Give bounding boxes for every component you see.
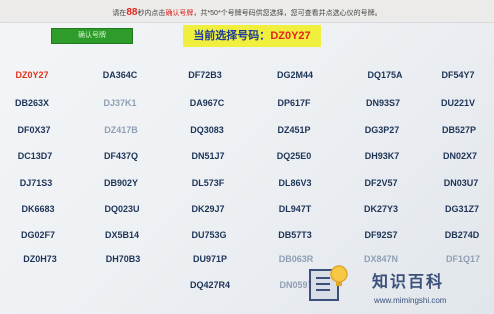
plate-option[interactable]: DC13D7	[18, 151, 53, 161]
plate-option[interactable]: DQ023U	[104, 204, 139, 214]
plate-option[interactable]: DH93K7	[365, 151, 400, 161]
plate-option[interactable]: DQ427R4	[190, 280, 230, 290]
plate-option[interactable]: DJ71S3	[20, 178, 53, 188]
plate-option[interactable]: DN03U7	[444, 178, 479, 188]
plate-option[interactable]: DN93S7	[366, 98, 400, 108]
plate-option[interactable]: DF72B3	[188, 70, 222, 80]
plate-option[interactable]: DX5B14	[105, 230, 139, 240]
plate-option[interactable]: DL947T	[279, 204, 312, 214]
plate-option[interactable]: DZ451P	[277, 125, 310, 135]
plate-option[interactable]: DL573F	[192, 178, 225, 188]
book-bulb-icon	[309, 265, 348, 301]
plate-option[interactable]: DN02X7	[443, 151, 477, 161]
plate-option[interactable]: DJ37K1	[103, 98, 136, 108]
plate-option[interactable]: DB527P	[442, 125, 476, 135]
plate-option[interactable]: DN51J7	[191, 151, 224, 161]
plate-option[interactable]: DU971P	[193, 254, 227, 264]
plate-option[interactable]: DF92S7	[364, 230, 397, 240]
plate-option[interactable]: DA967C	[190, 98, 225, 108]
plate-option[interactable]: DZ417B	[104, 125, 138, 135]
plate-option[interactable]: DF0X37	[17, 125, 50, 135]
plate-option[interactable]: DB902Y	[104, 178, 138, 188]
plate-option[interactable]: DB57T3	[278, 230, 312, 240]
watermark-url: www.mimingshi.com	[374, 296, 447, 305]
plate-option[interactable]: DG02F7	[21, 230, 55, 240]
plate-option[interactable]: DK6683	[21, 204, 54, 214]
screen: 请在88秒内点击确认号牌，共*50*个号牌号码供您选择，您可查看并点选心仪的号牌…	[0, 0, 494, 314]
watermark-title: 知识百科	[372, 274, 445, 291]
plate-option[interactable]: DH70B3	[106, 254, 141, 264]
plate-option[interactable]: DP617F	[277, 98, 310, 108]
plate-option[interactable]: DZ0Y27	[15, 70, 48, 80]
plate-option[interactable]: DG31Z7	[445, 204, 479, 214]
plate-option[interactable]: DU753G	[191, 230, 226, 240]
plate-option[interactable]: DL86V3	[278, 178, 311, 188]
plate-option[interactable]: DA364C	[103, 70, 138, 80]
plate-option[interactable]: DK29J7	[191, 204, 224, 214]
watermark: 知识百科 www.mimingshi.com	[300, 256, 494, 314]
plate-option[interactable]: DZ0H73	[23, 254, 57, 264]
plate-option[interactable]: DF437Q	[104, 151, 138, 161]
plate-option[interactable]: DG3P27	[365, 125, 400, 135]
plate-option[interactable]: DU221V	[441, 98, 475, 108]
plate-option[interactable]: DK27Y3	[364, 204, 398, 214]
plate-option[interactable]: DG2M44	[277, 70, 313, 80]
plate-option[interactable]: DB263X	[15, 98, 49, 108]
plate-option[interactable]: DQ25E0	[277, 151, 312, 161]
plate-option[interactable]: DF54Y7	[441, 70, 474, 80]
plate-option[interactable]: DB274D	[445, 230, 480, 240]
plate-option[interactable]: DF2V57	[364, 178, 397, 188]
plate-option[interactable]: DQ3083	[190, 125, 224, 135]
plate-option[interactable]: DQ175A	[367, 70, 402, 80]
